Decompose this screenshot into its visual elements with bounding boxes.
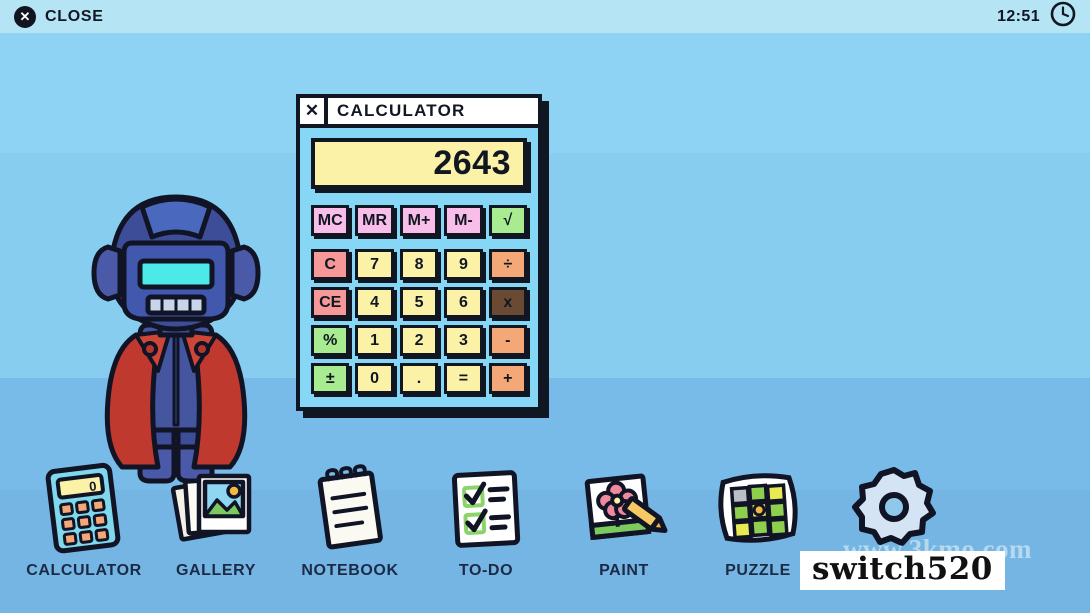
calculator-body: 2643 MC MR M+ M- √ C 7 8 9 ÷ CE 4 5 6 x …	[300, 128, 538, 407]
calculator-window: ✕ CALCULATOR 2643 MC MR M+ M- √ C 7 8 9 …	[296, 94, 542, 411]
calculator-key-divide[interactable]: ÷	[488, 249, 528, 280]
calculator-key-c[interactable]: C	[311, 249, 350, 280]
calculator-key-add[interactable]: +	[488, 363, 528, 394]
robot-avatar	[62, 185, 277, 485]
calculator-display: 2643	[311, 138, 527, 189]
clock-time: 12:51	[997, 7, 1040, 25]
dock-item-paint[interactable]: PAINT	[558, 462, 690, 580]
calculator-key-multiply[interactable]: x	[488, 287, 528, 318]
clock-icon	[1050, 1, 1076, 32]
dock-item-calculator[interactable]: 0 CALCULATOR	[18, 462, 150, 580]
calculator-key-3[interactable]: 3	[444, 325, 483, 356]
calculator-key-mc[interactable]: MC	[311, 205, 350, 236]
dock-item-notebook[interactable]: NOTEBOOK	[284, 462, 416, 580]
calculator-key-6[interactable]: 6	[444, 287, 483, 318]
calculator-key-decimal[interactable]: .	[399, 363, 439, 394]
calculator-title: CALCULATOR	[337, 101, 466, 120]
calculator-keypad-row-1: C 7 8 9 ÷	[311, 249, 528, 280]
dock-label-puzzle: PUZZLE	[725, 562, 791, 579]
app-dock: 0 CALCULATOR GALLERY NOTEBOOK TO-DO PAIN…	[0, 462, 1090, 613]
dock-label-gallery: GALLERY	[175, 562, 257, 579]
site-watermark-box: switch520	[800, 551, 1005, 590]
calculator-keypad-row-4: ± 0 . = +	[311, 363, 528, 394]
calculator-keypad-row-2: CE 4 5 6 x	[311, 287, 528, 318]
calculator-key-1[interactable]: 1	[355, 325, 394, 356]
gear-icon	[851, 462, 937, 554]
calculator-key-ce[interactable]: CE	[311, 287, 350, 318]
calculator-key-mminus[interactable]: M-	[444, 205, 483, 236]
close-button[interactable]: ✕ CLOSE	[14, 5, 104, 28]
puzzle-grid-icon	[713, 462, 803, 554]
dock-item-todo[interactable]: TO-DO	[420, 462, 552, 580]
checklist-icon	[444, 462, 528, 554]
close-label: CLOSE	[45, 7, 104, 25]
dock-label-calculator: CALCULATOR	[26, 562, 142, 579]
calculator-key-equals[interactable]: =	[444, 363, 483, 394]
calculator-keypad-row-3: % 1 2 3 -	[311, 325, 528, 356]
dock-item-settings[interactable]	[828, 462, 960, 562]
dock-item-gallery[interactable]: GALLERY	[150, 462, 282, 580]
calculator-key-5[interactable]: 5	[399, 287, 439, 318]
calculator-key-9[interactable]: 9	[444, 249, 483, 280]
calculator-icon: 0	[42, 462, 126, 554]
calculator-key-4[interactable]: 4	[355, 287, 394, 318]
calculator-title-bar: ✕ CALCULATOR	[300, 98, 538, 128]
calculator-key-subtract[interactable]: -	[488, 325, 528, 356]
calculator-close-button[interactable]: ✕	[300, 98, 328, 124]
notebook-icon	[308, 462, 392, 554]
calculator-key-sign[interactable]: ±	[311, 363, 350, 394]
dock-label-notebook: NOTEBOOK	[301, 562, 399, 579]
calculator-key-7[interactable]: 7	[355, 249, 394, 280]
calculator-key-8[interactable]: 8	[399, 249, 439, 280]
background-band-upper	[0, 33, 1090, 153]
calculator-memory-row: MC MR M+ M- √	[311, 205, 528, 236]
clock-area: 12:51	[997, 1, 1076, 32]
dock-label-todo: TO-DO	[458, 562, 514, 579]
calculator-key-percent[interactable]: %	[311, 325, 350, 356]
calculator-key-sqrt[interactable]: √	[488, 205, 528, 236]
calculator-key-2[interactable]: 2	[399, 325, 439, 356]
calculator-key-mr[interactable]: MR	[355, 205, 394, 236]
x-circle-icon: ✕	[14, 5, 36, 28]
calculator-key-0[interactable]: 0	[355, 363, 394, 394]
photos-icon	[171, 462, 261, 554]
calculator-key-mplus[interactable]: M+	[399, 205, 439, 236]
top-bar: ✕ CLOSE 12:51	[0, 0, 1090, 33]
paint-icon	[578, 462, 670, 554]
dock-label-paint: PAINT	[599, 562, 649, 579]
